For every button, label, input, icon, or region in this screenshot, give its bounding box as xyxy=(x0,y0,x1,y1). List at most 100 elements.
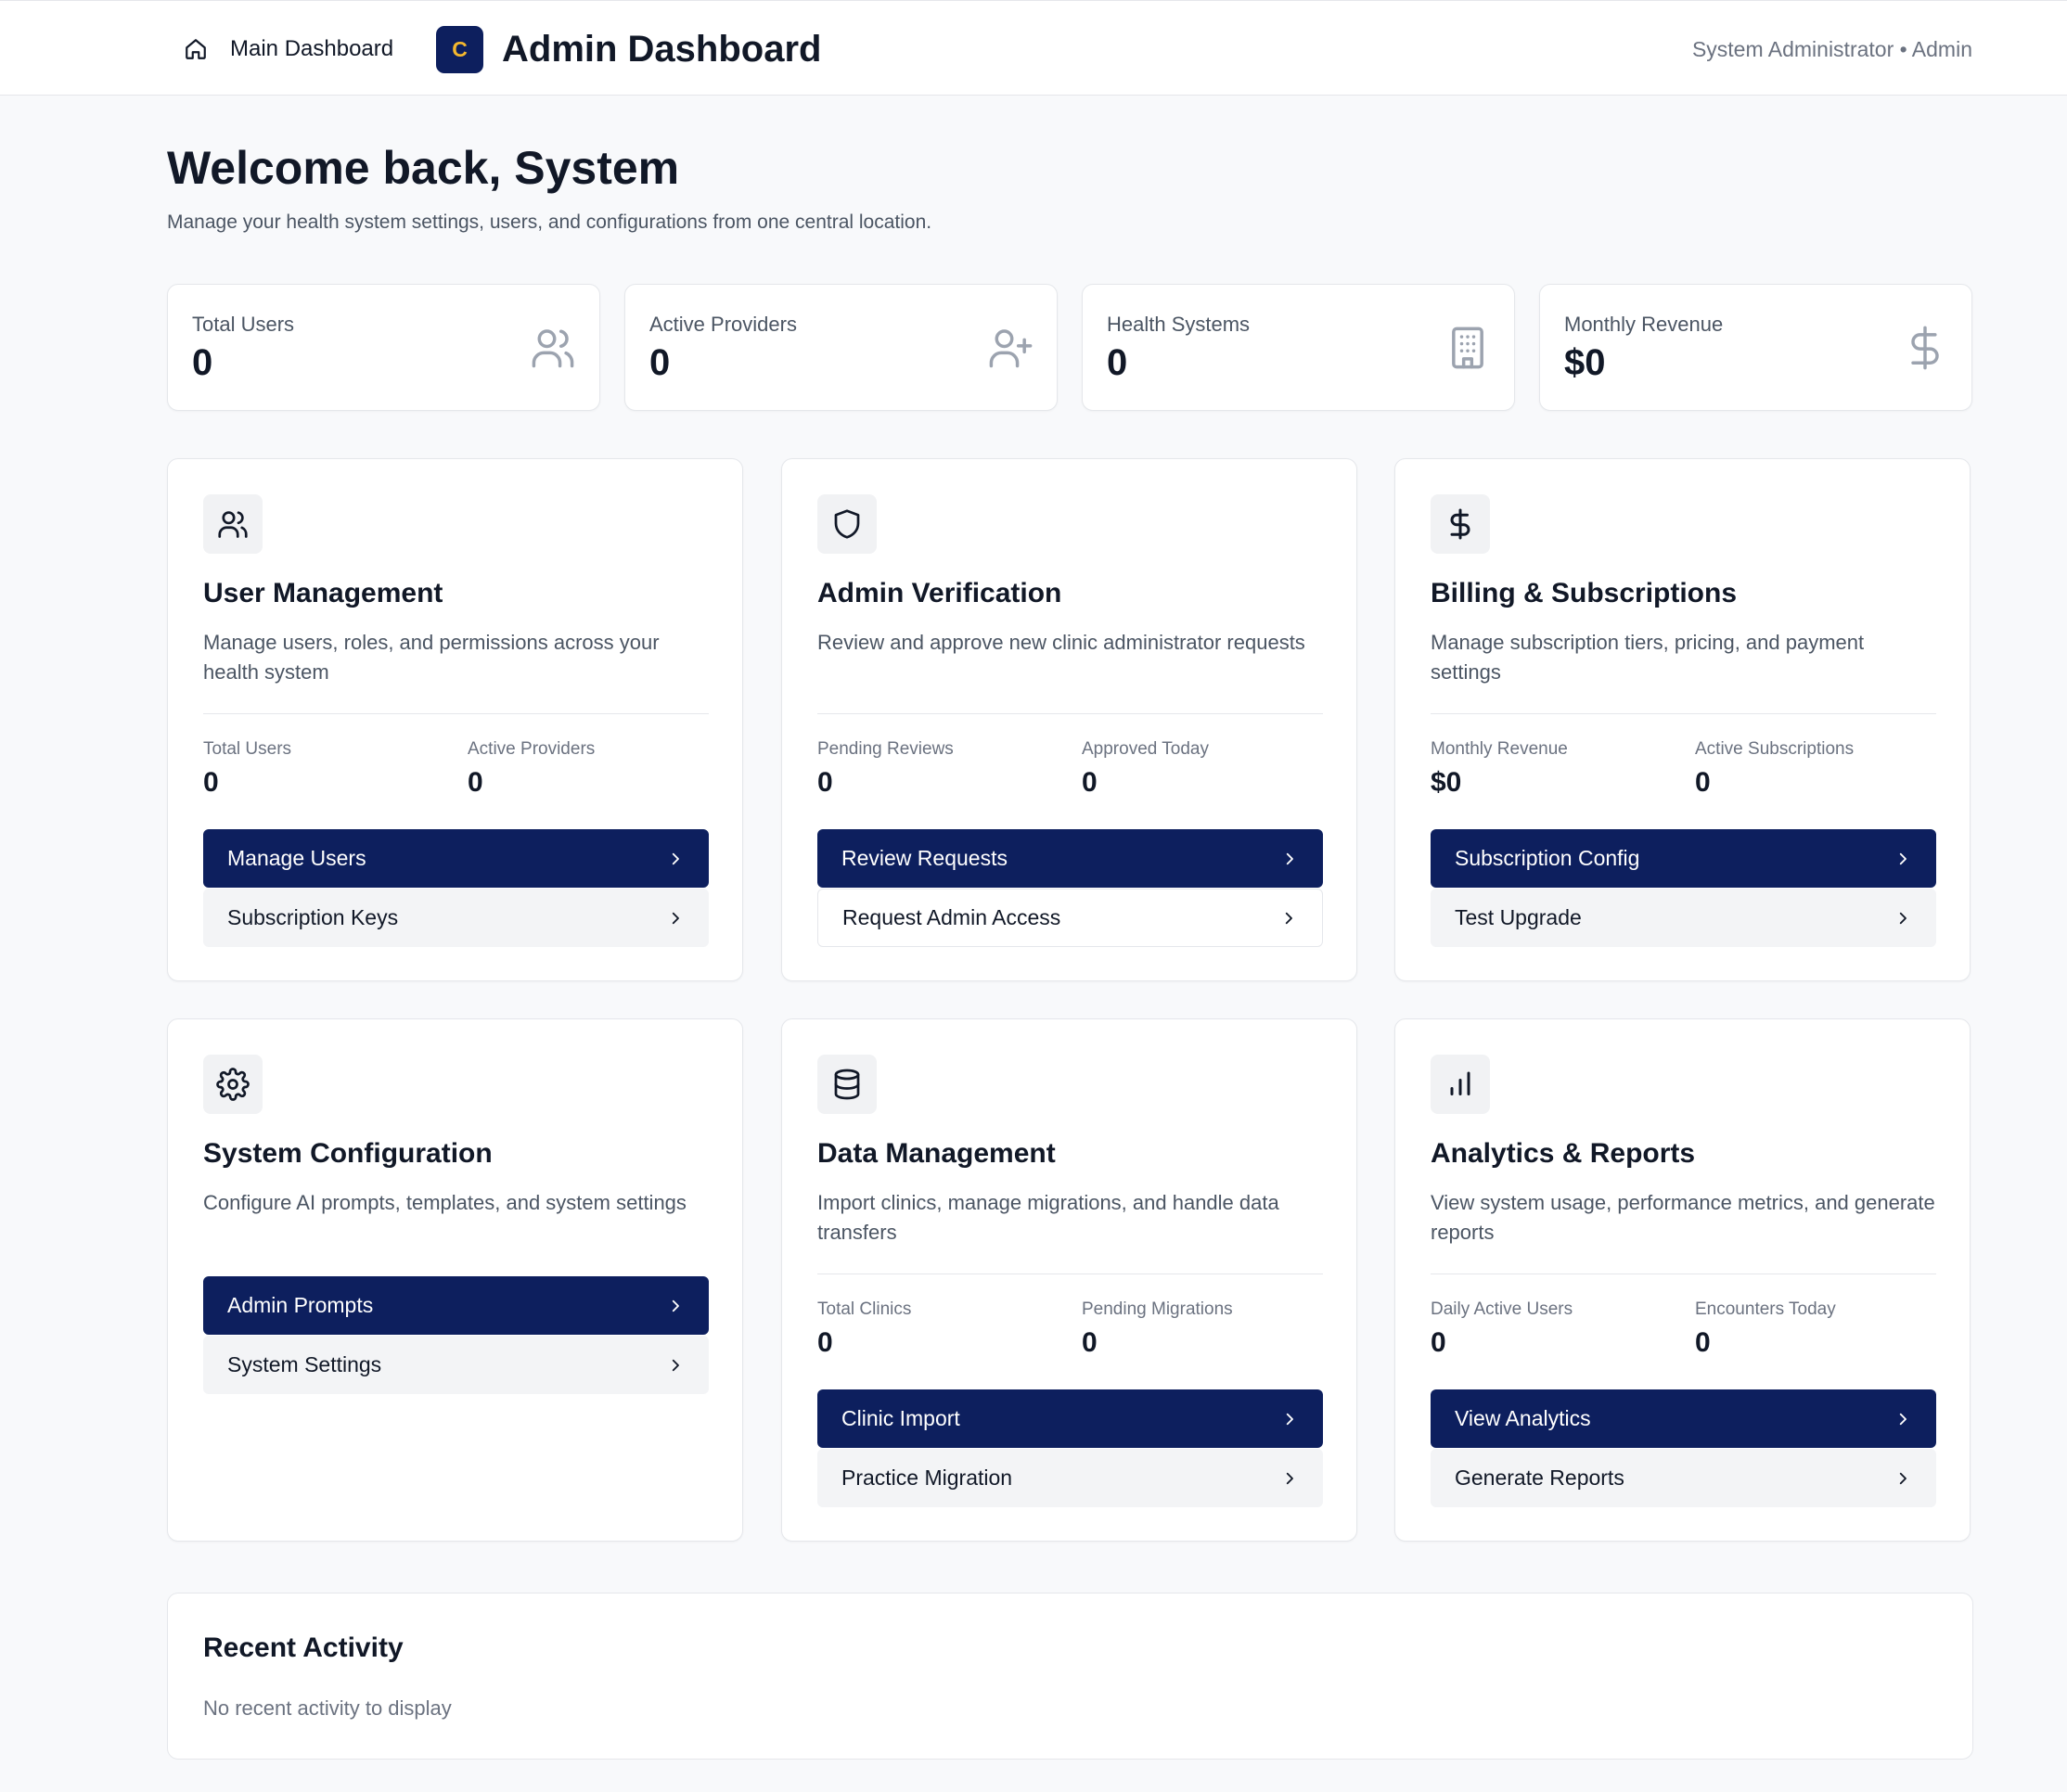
stat-label: Active Providers xyxy=(649,313,797,336)
recent-activity-card: Recent Activity No recent activity to di… xyxy=(167,1593,1973,1760)
chevron-right-icon xyxy=(1280,1410,1299,1428)
card-title: Admin Verification xyxy=(817,578,1062,608)
button-label: Admin Prompts xyxy=(227,1293,374,1317)
users-icon xyxy=(529,324,577,372)
chevron-right-icon xyxy=(666,1297,685,1315)
card-stat-label: Total Clinics xyxy=(817,1299,912,1319)
card-stat: Daily Active Users 0 xyxy=(1431,1299,1573,1359)
manage-users-button[interactable]: Manage Users xyxy=(203,829,709,888)
card-stat-value: $0 xyxy=(1431,767,1462,798)
stat-value: 0 xyxy=(649,342,671,383)
card-stat: Pending Migrations 0 xyxy=(1082,1299,1233,1359)
stat-card-active-providers: Active Providers 0 xyxy=(624,284,1058,411)
admin-prompts-button[interactable]: Admin Prompts xyxy=(203,1276,709,1335)
card-stat-label: Active Subscriptions xyxy=(1695,739,1855,759)
card-stat: Encounters Today 0 xyxy=(1695,1299,1836,1359)
card-stat-value: 0 xyxy=(1082,1327,1098,1358)
card-description: Import clinics, manage migrations, and h… xyxy=(817,1191,1279,1244)
page-title: Admin Dashboard xyxy=(502,29,822,70)
chevron-right-icon xyxy=(1894,909,1912,928)
button-label: View Analytics xyxy=(1455,1406,1591,1430)
chevron-right-icon xyxy=(666,909,685,928)
card-stat-label: Total Users xyxy=(203,739,292,759)
card-system-configuration: System Configuration Configure AI prompt… xyxy=(167,1018,743,1542)
home-icon xyxy=(182,35,210,63)
bar-chart-icon xyxy=(1431,1055,1490,1114)
stat-card-monthly-revenue: Monthly Revenue $0 xyxy=(1539,284,1972,411)
chevron-right-icon xyxy=(1894,1410,1912,1428)
subscription-config-button[interactable]: Subscription Config xyxy=(1431,829,1936,888)
card-data-management: Data Management Import clinics, manage m… xyxy=(781,1018,1357,1542)
test-upgrade-button[interactable]: Test Upgrade xyxy=(1431,889,1936,947)
card-billing-subscriptions: Billing & Subscriptions Manage subscript… xyxy=(1394,458,1971,981)
button-label: Subscription Keys xyxy=(227,905,399,929)
database-icon xyxy=(817,1055,877,1114)
dollar-icon xyxy=(1901,324,1949,372)
button-label: Practice Migration xyxy=(841,1466,1013,1490)
button-label: Review Requests xyxy=(841,846,1008,870)
card-stat-value: 0 xyxy=(1695,767,1711,798)
card-divider xyxy=(1431,713,1936,714)
card-title: Billing & Subscriptions xyxy=(1431,578,1738,608)
card-stat-label: Pending Reviews xyxy=(817,739,954,759)
card-stat-value: 0 xyxy=(1082,767,1098,798)
button-label: Manage Users xyxy=(227,846,366,870)
card-stat-value: 0 xyxy=(468,767,483,798)
main-dashboard-link[interactable]: Main Dashboard xyxy=(182,32,393,66)
shield-icon xyxy=(817,494,877,554)
card-title: User Management xyxy=(203,578,443,608)
view-analytics-button[interactable]: View Analytics xyxy=(1431,1389,1936,1448)
chevron-right-icon xyxy=(1894,850,1912,868)
users-icon xyxy=(203,494,263,554)
card-stat: Pending Reviews 0 xyxy=(817,739,954,799)
card-divider xyxy=(203,713,709,714)
generate-reports-button[interactable]: Generate Reports xyxy=(1431,1449,1936,1507)
stat-value: $0 xyxy=(1564,342,1606,383)
card-analytics-reports: Analytics & Reports View system usage, p… xyxy=(1394,1018,1971,1542)
card-stat: Total Clinics 0 xyxy=(817,1299,911,1359)
button-label: Subscription Config xyxy=(1455,846,1640,870)
gear-icon xyxy=(203,1055,263,1114)
card-title: Data Management xyxy=(817,1138,1056,1169)
brand-logo: C xyxy=(436,26,483,73)
main-dashboard-label: Main Dashboard xyxy=(230,36,394,61)
chevron-right-icon xyxy=(1280,1469,1299,1488)
card-description: Manage subscription tiers, pricing, and … xyxy=(1431,631,1865,684)
chevron-right-icon xyxy=(666,850,685,868)
subscription-keys-button[interactable]: Subscription Keys xyxy=(203,889,709,947)
stat-card-health-systems: Health Systems 0 xyxy=(1082,284,1515,411)
card-stat-label: Approved Today xyxy=(1082,739,1209,759)
stat-label: Total Users xyxy=(192,313,295,336)
clinic-import-button[interactable]: Clinic Import xyxy=(817,1389,1323,1448)
chevron-right-icon xyxy=(666,1356,685,1375)
card-admin-verification: Admin Verification Review and approve ne… xyxy=(781,458,1357,981)
card-stat-label: Pending Migrations xyxy=(1082,1299,1233,1319)
button-label: Clinic Import xyxy=(841,1406,960,1430)
request-admin-access-button[interactable]: Request Admin Access xyxy=(817,889,1323,947)
card-title: System Configuration xyxy=(203,1138,493,1169)
dollar-icon xyxy=(1431,494,1490,554)
card-stat: Approved Today 0 xyxy=(1082,739,1209,799)
welcome-subtitle: Manage your health system settings, user… xyxy=(167,211,932,233)
button-label: System Settings xyxy=(227,1352,382,1376)
system-settings-button[interactable]: System Settings xyxy=(203,1336,709,1394)
card-description: View system usage, performance metrics, … xyxy=(1431,1191,1935,1244)
chevron-right-icon xyxy=(1280,850,1299,868)
stat-label: Health Systems xyxy=(1107,313,1251,336)
card-stat-value: 0 xyxy=(817,1327,833,1358)
user-plus-icon xyxy=(986,324,1034,372)
button-label: Generate Reports xyxy=(1455,1466,1624,1490)
review-requests-button[interactable]: Review Requests xyxy=(817,829,1323,888)
card-stat-value: 0 xyxy=(203,767,219,798)
card-stat-value: 0 xyxy=(1431,1327,1446,1358)
stat-card-total-users: Total Users 0 xyxy=(167,284,600,411)
card-stat: Active Providers 0 xyxy=(468,739,595,799)
stat-label: Monthly Revenue xyxy=(1564,313,1724,336)
chevron-right-icon xyxy=(1279,909,1298,928)
card-stat-value: 0 xyxy=(1695,1327,1711,1358)
card-divider xyxy=(817,713,1323,714)
card-user-management: User Management Manage users, roles, and… xyxy=(167,458,743,981)
card-stat-label: Daily Active Users xyxy=(1431,1299,1573,1319)
practice-migration-button[interactable]: Practice Migration xyxy=(817,1449,1323,1507)
card-description: Review and approve new clinic administra… xyxy=(817,631,1305,654)
